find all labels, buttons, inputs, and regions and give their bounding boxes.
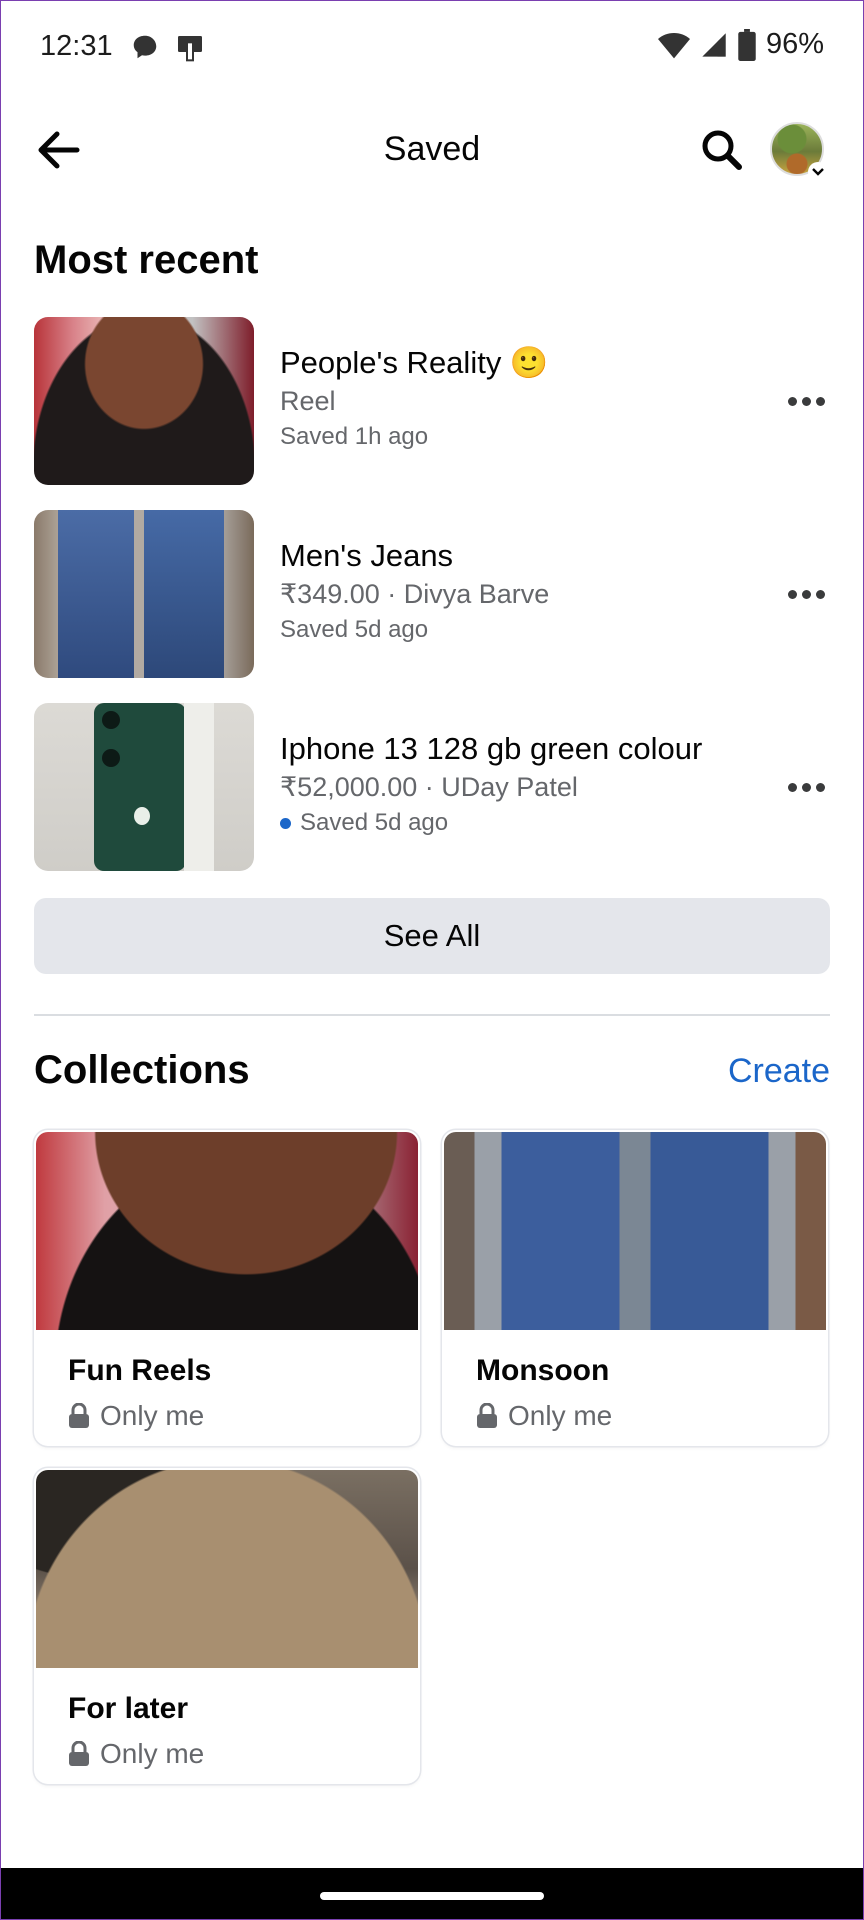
collection-name: For later [68, 1692, 189, 1725]
status-right: 96% [657, 28, 824, 61]
saved-item-subtitle: ₹52,000.00 · UDay Patel [280, 772, 578, 802]
more-options-button[interactable] [782, 379, 830, 423]
saved-item-time: Saved 5d ago [280, 616, 429, 643]
search-button[interactable] [694, 122, 750, 178]
collection-privacy: Only me [476, 1400, 612, 1432]
unread-dot [280, 817, 291, 829]
home-gesture-handle[interactable] [320, 1892, 544, 1900]
collection-name: Monsoon [476, 1354, 610, 1387]
signal-icon [702, 32, 726, 57]
saved-item-time: Saved 5d ago [300, 809, 449, 836]
jeans-thumbnail[interactable] [34, 510, 254, 678]
chevron-down-icon[interactable] [808, 162, 828, 182]
saved-item-text: People's Reality 🙂 Reel Saved 1h ago [280, 343, 549, 455]
app-header: Saved [0, 100, 864, 200]
battery-percent: 96% [765, 28, 824, 60]
privacy-label: Only me [100, 1738, 205, 1769]
saved-item-title: Men's Jeans [280, 538, 454, 573]
lock-icon [69, 1403, 89, 1428]
saved-item[interactable]: Iphone 13 128 gb green colour ₹52,000.00… [34, 703, 830, 871]
saved-item-meta: Saved 5d ago [280, 612, 549, 648]
phone-thumbnail[interactable] [34, 703, 254, 871]
collection-name: Fun Reels [68, 1354, 212, 1387]
collection-card[interactable]: Fun Reels Only me [34, 1130, 420, 1446]
saved-item-title: Iphone 13 128 gb green colour [280, 731, 703, 766]
create-collection-link[interactable]: Create [728, 1052, 830, 1091]
most-recent-heading: Most recent [34, 238, 259, 282]
saved-item-meta: Saved 5d ago [280, 805, 702, 841]
wifi-icon [657, 32, 690, 58]
see-all-button[interactable]: See All [34, 898, 830, 974]
more-options-button[interactable] [782, 572, 830, 616]
more-options-button[interactable] [782, 765, 830, 809]
status-time: 12:31 [40, 30, 113, 62]
saved-item[interactable]: Men's Jeans ₹349.00 · Divya Barve Saved … [34, 510, 830, 678]
device-icon [178, 36, 202, 62]
privacy-label: Only me [508, 1400, 613, 1431]
collections-heading: Collections [34, 1048, 250, 1092]
saved-item-text: Men's Jeans ₹349.00 · Divya Barve Saved … [280, 536, 549, 648]
status-bar: 12:31 96% [0, 0, 864, 96]
section-divider [34, 1014, 830, 1016]
lock-icon [69, 1741, 89, 1766]
lock-icon [477, 1403, 497, 1428]
search-icon [702, 130, 742, 170]
collection-privacy: Only me [68, 1738, 204, 1770]
collection-cover [36, 1132, 418, 1330]
collection-privacy: Only me [68, 1400, 204, 1432]
saved-item-title: People's Reality 🙂 [280, 345, 549, 380]
saved-item-subtitle: ₹349.00 · Divya Barve [280, 579, 550, 609]
chat-bubble-icon [133, 35, 157, 59]
collection-card[interactable]: Monsoon Only me [442, 1130, 828, 1446]
saved-item-time: Saved 1h ago [280, 423, 429, 450]
privacy-label: Only me [100, 1400, 205, 1431]
saved-item-meta: Saved 1h ago [280, 419, 549, 455]
saved-item-subtitle: Reel [280, 386, 336, 416]
saved-item[interactable]: People's Reality 🙂 Reel Saved 1h ago [34, 317, 830, 485]
reel-thumbnail[interactable] [34, 317, 254, 485]
collection-card[interactable]: For later Only me [34, 1468, 420, 1784]
saved-item-text: Iphone 13 128 gb green colour ₹52,000.00… [280, 729, 702, 841]
battery-icon [738, 28, 756, 61]
collection-cover [444, 1132, 826, 1330]
collection-cover [36, 1470, 418, 1668]
